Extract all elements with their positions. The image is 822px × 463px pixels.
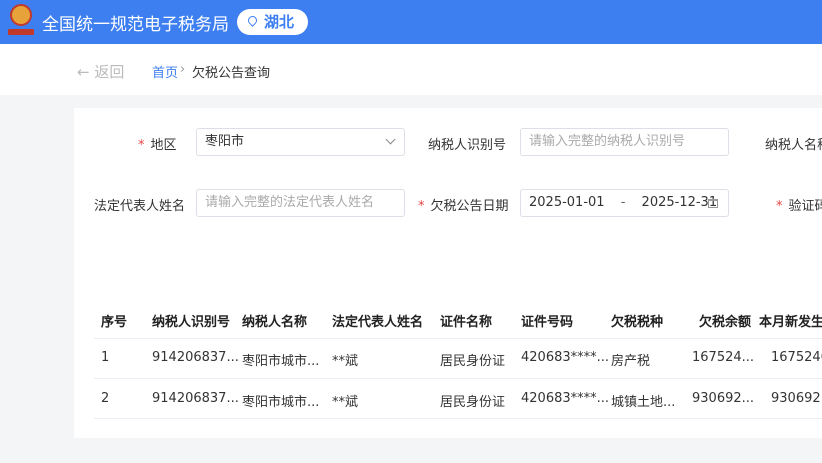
query-card — [74, 108, 822, 438]
row-divider — [94, 418, 822, 419]
cell-tax-type: 房产税 — [611, 354, 651, 369]
cell-legal-rep: **斌 — [332, 395, 359, 410]
calendar-icon — [708, 199, 718, 208]
col-header: 纳税人识别号 — [152, 315, 231, 330]
taxpayer-name-label: 纳税人名称 — [765, 138, 822, 153]
cell-tax-type: 城镇土地... — [611, 395, 676, 410]
cell-taxpayer-id: 914206837... — [152, 391, 239, 406]
region-select[interactable]: 枣阳市 — [196, 128, 405, 156]
legal-rep-label: 法定代表人姓名 — [94, 199, 186, 214]
col-header: 证件名称 — [440, 315, 493, 330]
cell-id-type: 居民身份证 — [440, 354, 506, 369]
cell-id-number: 420683****... — [521, 350, 610, 365]
region-selector[interactable]: 湖北 — [237, 9, 308, 35]
cell-index: 1 — [101, 350, 110, 365]
location-pin-icon — [246, 14, 259, 27]
row-divider — [94, 338, 822, 339]
breadcrumb-separator: › — [180, 62, 186, 77]
cell-balance: 167524... — [692, 350, 755, 365]
col-header: 欠税税种 — [611, 315, 664, 330]
col-header: 本月新发生... — [759, 315, 822, 330]
cell-taxpayer-name: 枣阳市城市... — [242, 395, 320, 410]
col-header: 证件号码 — [521, 315, 574, 330]
region-field-label: * 地区 — [138, 138, 177, 153]
col-header: 纳税人名称 — [242, 315, 308, 330]
legal-rep-placeholder: 请输入完整的法定代表人姓名 — [205, 195, 375, 210]
date-end[interactable]: 2025-12-31 — [642, 195, 718, 210]
date-separator: - — [620, 195, 626, 210]
date-label: * 欠税公告日期 — [418, 199, 509, 214]
cell-taxpayer-id: 914206837... — [152, 350, 239, 365]
date-range-picker[interactable]: 2025-01-01 - 2025-12-31 — [520, 189, 729, 217]
captcha-label: * 验证码 — [776, 199, 822, 214]
col-header: 序号 — [101, 315, 128, 330]
arrow-left-icon: ← — [77, 63, 90, 81]
back-button[interactable]: ← 返回 — [77, 61, 124, 82]
cell-balance: 930692... — [692, 391, 755, 406]
cell-legal-rep: **斌 — [332, 354, 359, 369]
col-header: 法定代表人姓名 — [332, 315, 424, 330]
region-select-value: 枣阳市 — [205, 134, 245, 149]
legal-rep-input[interactable]: 请输入完整的法定代表人姓名 — [196, 189, 405, 217]
taxpayer-id-placeholder: 请输入完整的纳税人识别号 — [529, 134, 686, 149]
breadcrumb-home-link[interactable]: 首页 — [152, 62, 178, 81]
cell-id-number: 420683****... — [521, 391, 610, 406]
breadcrumb-current: 欠税公告查询 — [192, 66, 271, 81]
cell-id-type: 居民身份证 — [440, 395, 506, 410]
cell-taxpayer-name: 枣阳市城市... — [242, 354, 320, 369]
chevron-down-icon — [385, 134, 396, 145]
col-header: 欠税余额 — [699, 315, 752, 330]
tax-emblem-logo — [8, 4, 34, 38]
site-title: 全国统一规范电子税务局 — [42, 15, 229, 35]
region-label: 湖北 — [264, 13, 295, 31]
taxpayer-id-input[interactable]: 请输入完整的纳税人识别号 — [520, 128, 729, 156]
row-divider — [94, 378, 822, 379]
cell-new-this-month: 9306921... — [771, 391, 822, 406]
taxpayer-id-label: 纳税人识别号 — [428, 138, 507, 153]
cell-index: 2 — [101, 391, 110, 406]
top-header: 全国统一规范电子税务局 湖北 — [0, 0, 822, 44]
cell-new-this-month: 1675246... — [771, 350, 822, 365]
date-start[interactable]: 2025-01-01 — [529, 195, 605, 210]
back-label: 返回 — [94, 63, 125, 81]
